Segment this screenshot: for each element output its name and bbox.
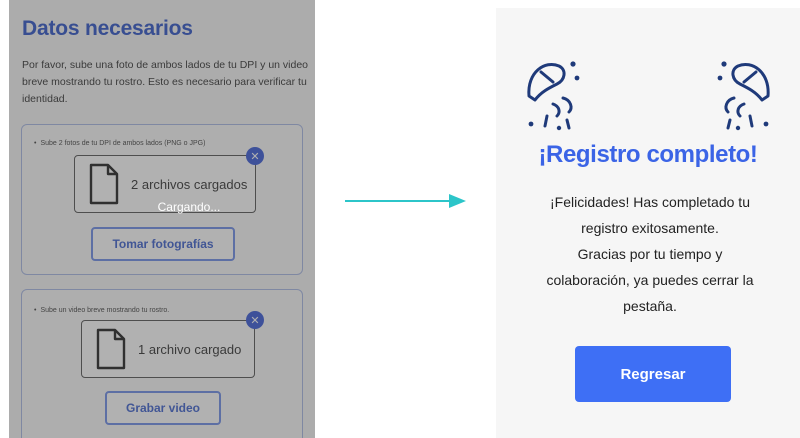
message-line: ¡Felicidades! Has completado tu [550, 194, 750, 210]
message-line: colaboración, ya puedes cerrar la [546, 272, 754, 288]
success-screen: ¡Registro completo! ¡Felicidades! Has co… [496, 8, 800, 438]
success-message: ¡Felicidades! Has completado tu registro… [516, 189, 784, 319]
arrow-right-icon [345, 194, 466, 208]
success-title: ¡Registro completo! [538, 141, 758, 168]
comparison-stage: Datos necesarios Por favor, sube una fot… [0, 0, 800, 438]
return-button[interactable]: Regresar [575, 346, 731, 402]
loading-overlay [9, 0, 315, 438]
message-line: registro exitosamente. [581, 220, 719, 236]
confetti-mascot-icon [527, 61, 580, 131]
message-line: Gracias por tu tiempo y [577, 246, 723, 262]
confetti-mascot-icon [717, 61, 770, 131]
message-line: pestaña. [623, 298, 677, 314]
upload-screen: Datos necesarios Por favor, sube una fot… [9, 0, 315, 438]
loading-text: Cargando... [157, 200, 221, 214]
